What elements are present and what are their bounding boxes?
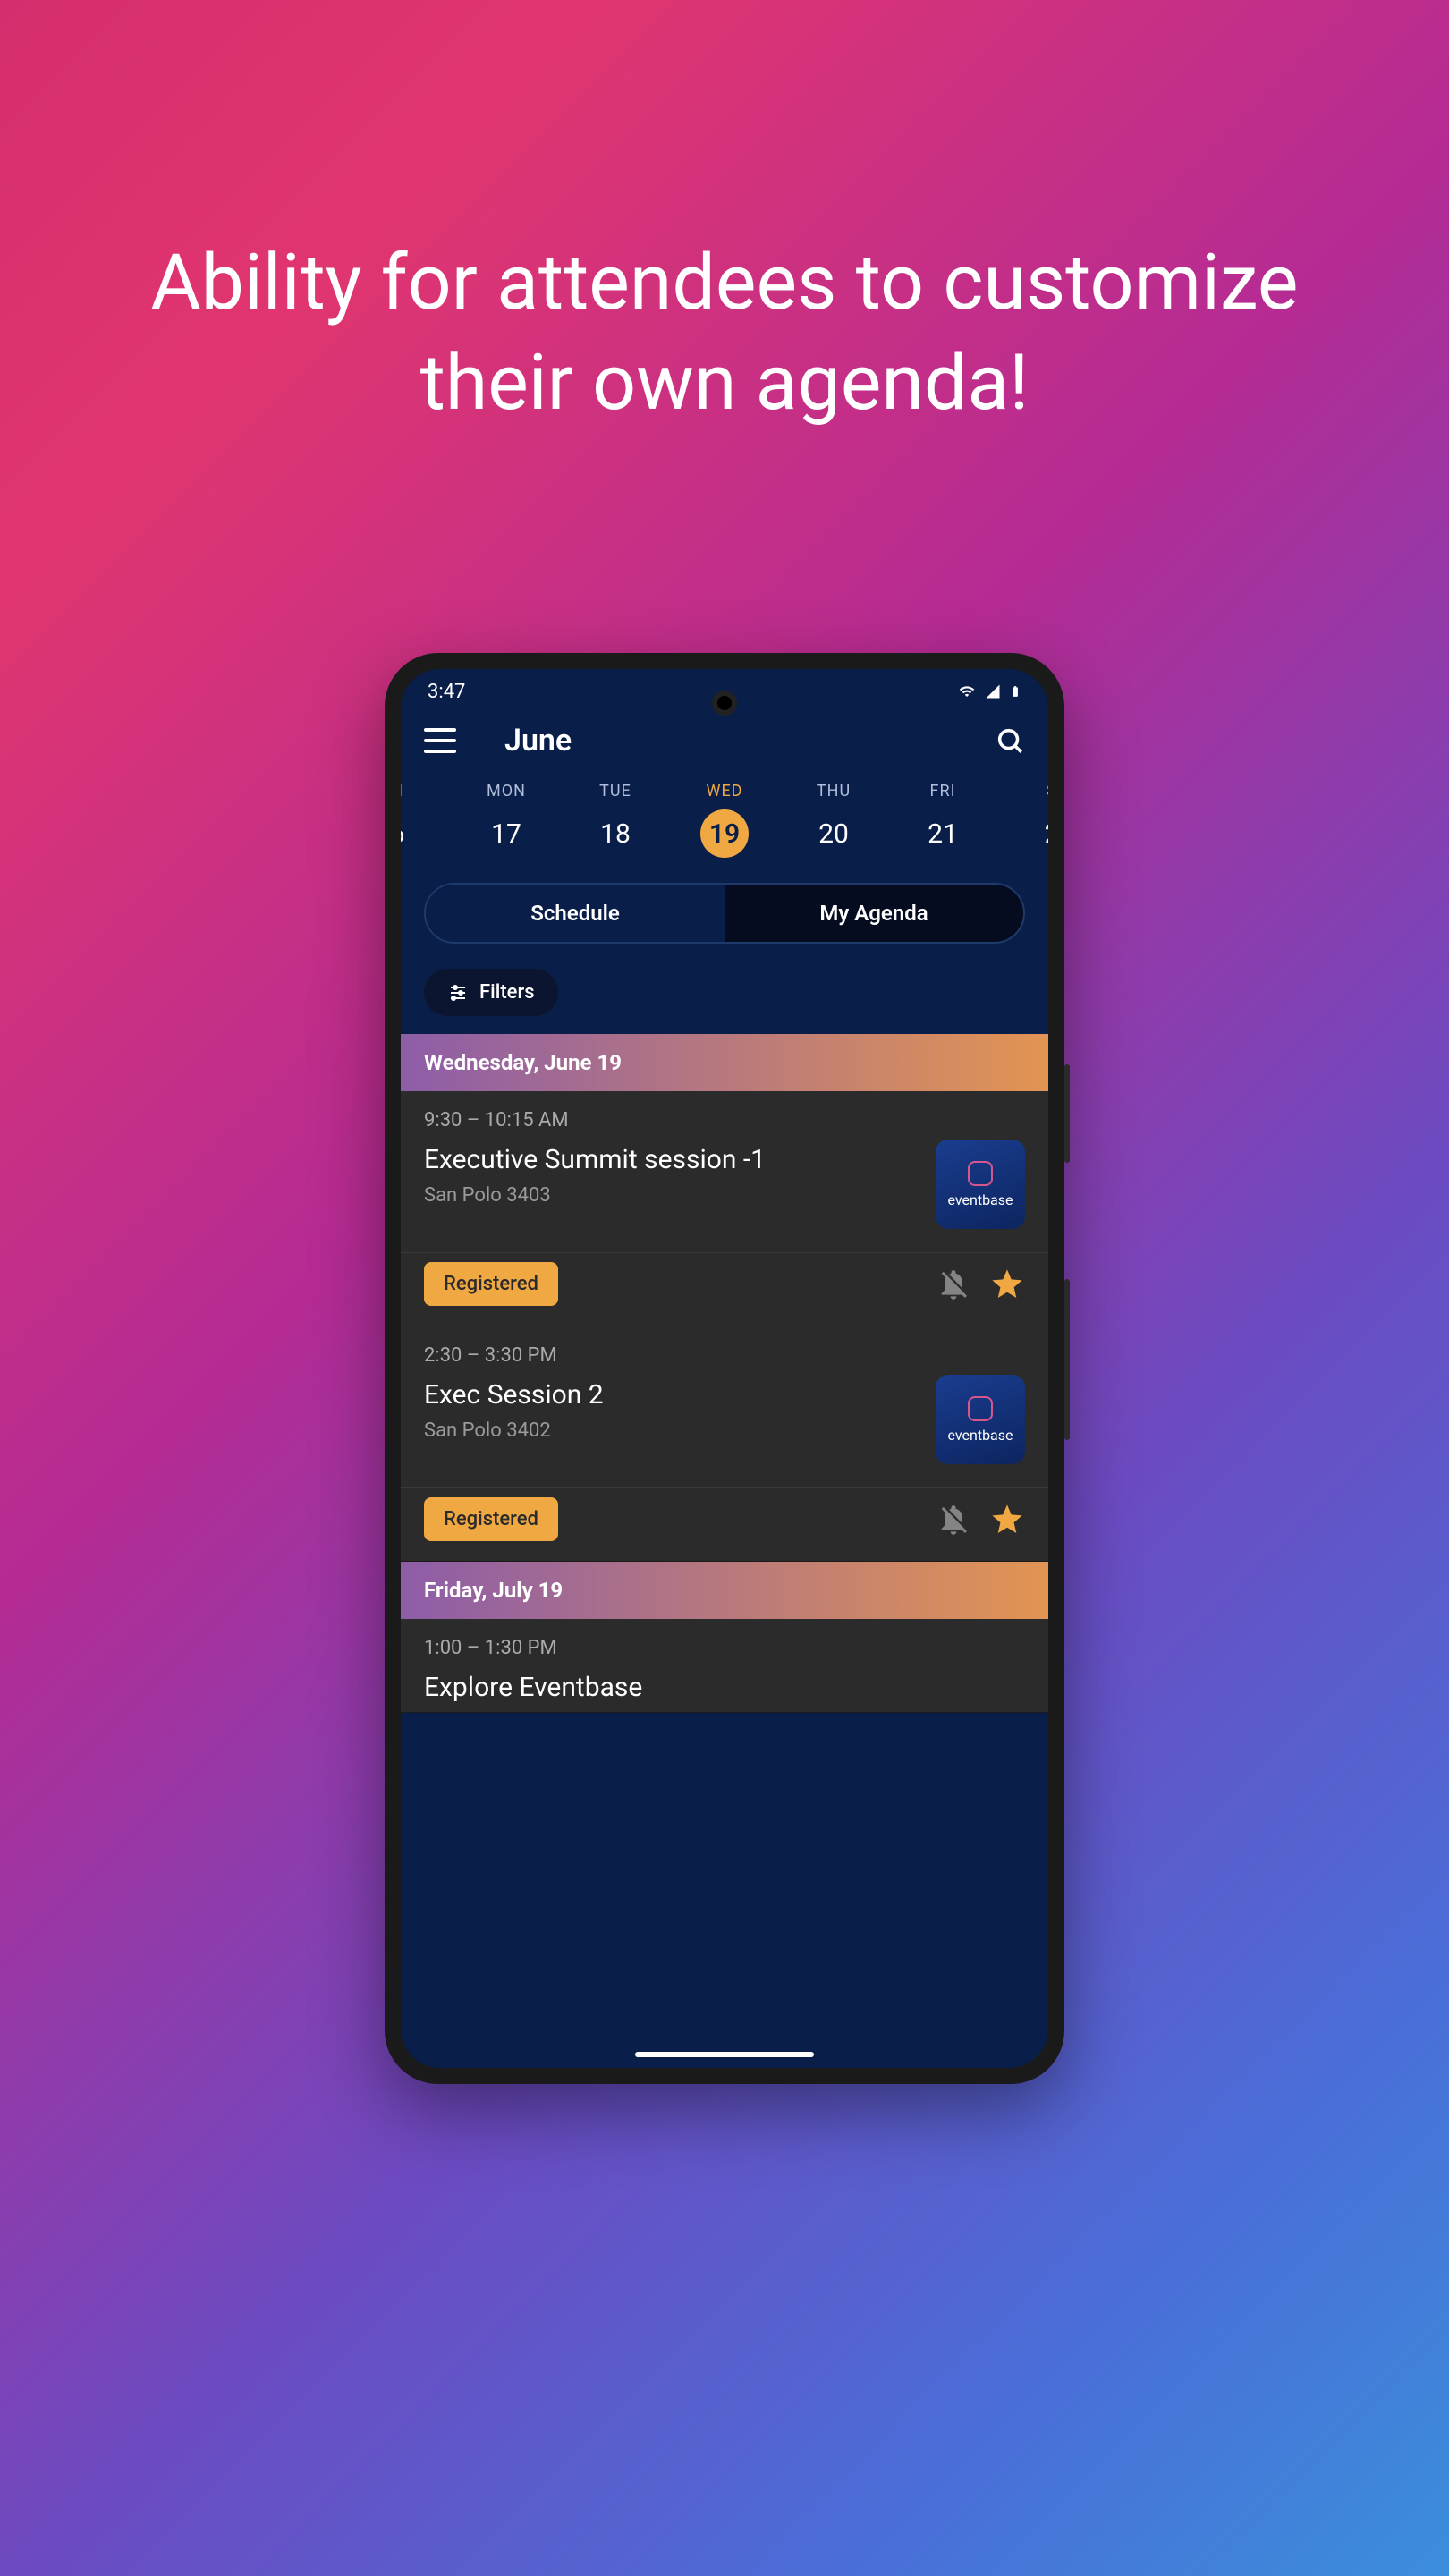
- day-number: 6: [401, 809, 421, 858]
- day-of-week: S: [1046, 782, 1048, 801]
- date-header: Wednesday, June 19: [401, 1034, 1048, 1091]
- calendar-day[interactable]: N 6: [401, 782, 440, 858]
- tab-schedule[interactable]: Schedule: [426, 885, 724, 942]
- session-title: Exec Session 2: [424, 1379, 918, 1411]
- day-of-week: THU: [817, 782, 851, 801]
- session-thumbnail: eventbase: [936, 1140, 1025, 1229]
- session-room: San Polo 3402: [424, 1419, 918, 1442]
- home-indicator[interactable]: [635, 2052, 814, 2057]
- calendar-day[interactable]: THU 20: [791, 782, 877, 858]
- battery-icon: [1009, 682, 1021, 701]
- tab-my-agenda[interactable]: My Agenda: [724, 885, 1023, 942]
- filters-icon: [447, 982, 469, 1004]
- status-bar: 3:47: [401, 669, 1048, 714]
- day-number: 20: [809, 809, 858, 858]
- registered-badge: Registered: [424, 1262, 558, 1306]
- session-room: San Polo 3403: [424, 1184, 918, 1207]
- day-of-week: TUE: [599, 782, 631, 801]
- bell-off-icon[interactable]: [936, 1502, 971, 1538]
- eventbase-logo-icon: [968, 1161, 993, 1186]
- bell-off-icon[interactable]: [936, 1267, 971, 1302]
- session-card[interactable]: 1:00 – 1:30 PM Explore Eventbase: [401, 1619, 1048, 1713]
- wifi-icon: [957, 683, 977, 699]
- thumbnail-label: eventbase: [947, 1427, 1013, 1444]
- session-time: 1:00 – 1:30 PM: [424, 1637, 1025, 1659]
- day-number: 21: [919, 809, 967, 858]
- registered-badge: Registered: [424, 1497, 558, 1541]
- star-icon[interactable]: [989, 1502, 1025, 1538]
- calendar-day-selected[interactable]: WED 19: [682, 782, 767, 858]
- filters-label: Filters: [479, 981, 535, 1004]
- day-number: 18: [591, 809, 640, 858]
- star-icon[interactable]: [989, 1267, 1025, 1302]
- day-number: 2: [1028, 809, 1048, 858]
- date-header: Friday, July 19: [401, 1562, 1048, 1619]
- menu-icon[interactable]: [424, 728, 456, 753]
- day-number: 17: [482, 809, 530, 858]
- day-of-week: MON: [487, 782, 526, 801]
- thumbnail-label: eventbase: [947, 1191, 1013, 1208]
- signal-icon: [984, 683, 1002, 699]
- month-title: June: [504, 723, 995, 758]
- calendar-day[interactable]: MON 17: [463, 782, 549, 858]
- day-of-week: WED: [706, 782, 742, 801]
- app-header: June: [401, 714, 1048, 776]
- phone-frame: 3:47 June N 6 MON 17 TUE 18: [385, 653, 1064, 2084]
- calendar-day[interactable]: S 2: [1009, 782, 1048, 858]
- schedule-agenda-toggle: Schedule My Agenda: [424, 883, 1025, 944]
- day-of-week: N: [401, 782, 403, 801]
- volume-button: [1064, 1279, 1070, 1440]
- session-time: 9:30 – 10:15 AM: [424, 1109, 918, 1131]
- calendar-day[interactable]: FRI 21: [900, 782, 986, 858]
- day-number: 19: [700, 809, 749, 858]
- search-icon[interactable]: [995, 725, 1025, 756]
- calendar-strip: N 6 MON 17 TUE 18 WED 19 THU 20 FRI 21: [401, 776, 1048, 883]
- marketing-headline: Ability for attendees to customize their…: [98, 233, 1351, 433]
- filters-button[interactable]: Filters: [424, 969, 558, 1016]
- calendar-day[interactable]: TUE 18: [572, 782, 658, 858]
- status-icons: [957, 682, 1021, 701]
- session-card[interactable]: 2:30 – 3:30 PM Exec Session 2 San Polo 3…: [401, 1326, 1048, 1562]
- session-title: Executive Summit session -1: [424, 1144, 918, 1175]
- status-time: 3:47: [428, 681, 465, 703]
- session-card[interactable]: 9:30 – 10:15 AM Executive Summit session…: [401, 1091, 1048, 1326]
- session-time: 2:30 – 3:30 PM: [424, 1344, 918, 1367]
- day-of-week: FRI: [930, 782, 956, 801]
- phone-screen: 3:47 June N 6 MON 17 TUE 18: [401, 669, 1048, 2068]
- session-thumbnail: eventbase: [936, 1375, 1025, 1464]
- power-button: [1064, 1064, 1070, 1163]
- eventbase-logo-icon: [968, 1396, 993, 1421]
- session-title: Explore Eventbase: [424, 1672, 1025, 1703]
